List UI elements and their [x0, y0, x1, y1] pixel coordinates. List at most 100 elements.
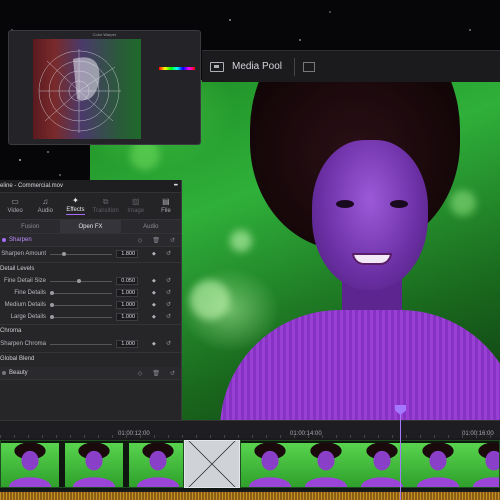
warper-grid[interactable] [33, 39, 141, 139]
collapse-icon[interactable]: ◇ [138, 370, 143, 377]
keyframe-icon[interactable]: ◆ [152, 341, 156, 347]
subtab-audio[interactable]: Audio [121, 220, 181, 233]
media-pool-icon [210, 61, 224, 72]
keyframe-icon[interactable]: ◆ [152, 290, 156, 296]
hue-bar[interactable] [159, 67, 195, 70]
audio-icon: ♫ [42, 197, 49, 206]
inspector-tabs: ▭ Video ♫ Audio ✦ Effects ⧉ Transition ▨… [0, 193, 181, 220]
top-toolbar: Media Pool [202, 50, 500, 82]
reset-icon[interactable]: ↺ [166, 313, 171, 320]
inspector-header: eline - Commercial.mov ••• [0, 180, 181, 193]
sharpen-enable-toggle[interactable] [2, 238, 6, 242]
reset-icon[interactable]: ↺ [166, 289, 171, 296]
detail-row: Medium Details 1.000 ◆ ↺ [0, 299, 181, 311]
keyframe-icon[interactable]: ◆ [152, 251, 156, 257]
reset-icon[interactable]: ↺ [166, 340, 171, 347]
reset-icon[interactable]: ↺ [166, 277, 171, 284]
chroma-label: Chroma [0, 328, 22, 334]
keyframe-icon[interactable]: ◆ [152, 302, 156, 308]
detail-row: Large Details 1.000 ◆ ↺ [0, 311, 181, 323]
video-clip[interactable] [240, 440, 500, 488]
subject-sweater [220, 310, 500, 420]
delete-icon[interactable]: 🗑 [152, 370, 160, 377]
beauty-enable-toggle[interactable] [2, 371, 6, 375]
timeline: 01:00:12:00 01:00:14:00 01:00:16:00 [0, 420, 500, 500]
detail-knob[interactable] [77, 279, 81, 283]
detail-slider[interactable] [50, 281, 112, 282]
tab-video[interactable]: ▭ Video [0, 193, 30, 219]
timecode-label: 01:00:12:00 [118, 431, 150, 437]
media-pool-button[interactable]: Media Pool [202, 51, 282, 82]
delete-icon[interactable]: 🗑 [152, 237, 160, 244]
detail-value[interactable]: 0.050 [116, 277, 138, 285]
sharpen-section-header[interactable]: Sharpen ◇ 🗑 ↺ [0, 234, 181, 247]
beauty-section-label: Beauty [9, 370, 28, 376]
detail-label: Fine Details [14, 290, 46, 296]
tab-transition[interactable]: ⧉ Transition [91, 193, 121, 219]
detail-row: Fine Details 1.000 ◆ ↺ [0, 287, 181, 299]
subject-face [312, 140, 428, 290]
video-icon: ▭ [11, 197, 19, 206]
detail-slider[interactable] [50, 293, 112, 294]
media-pool-label: Media Pool [232, 61, 283, 72]
sharpen-chroma-row: Sharpen Chroma 1.000 ◆ ↺ [0, 337, 181, 351]
detail-row: Fine Detail Size 0.050 ◆ ↺ [0, 275, 181, 287]
beauty-section-header[interactable]: Beauty ◇ 🗑 ↺ [0, 367, 181, 380]
global-blend-label: Global Blend [0, 356, 35, 362]
sharpen-amount-value[interactable]: 1.800 [116, 250, 138, 258]
file-icon: ▤ [162, 197, 170, 206]
subtab-fusion[interactable]: Fusion [0, 220, 60, 233]
image-icon: ▨ [131, 197, 140, 206]
sharpen-chroma-slider[interactable] [50, 344, 112, 345]
color-warper-panel[interactable]: Color Warper [8, 30, 201, 145]
sharpen-amount-knob[interactable] [62, 252, 66, 256]
tab-file[interactable]: ▤ File [151, 193, 181, 219]
detail-knob[interactable] [50, 291, 54, 295]
subject-smile [352, 253, 392, 265]
detail-slider[interactable] [50, 317, 112, 318]
reset-icon[interactable]: ↺ [170, 237, 175, 244]
color-warper-mesh[interactable] [33, 39, 141, 139]
toolbar-divider [294, 57, 296, 76]
tab-effects[interactable]: ✦ Effects [60, 193, 90, 219]
effects-library-icon[interactable] [303, 61, 316, 72]
sharpen-amount-label: Sharpen Amount [1, 251, 46, 257]
keyframe-icon[interactable]: ◆ [152, 314, 156, 320]
sharpen-section-label: Sharpen [9, 237, 32, 243]
color-warper-title: Color Warper [92, 32, 117, 37]
reset-icon[interactable]: ↺ [170, 370, 175, 377]
detail-label: Large Details [10, 314, 46, 320]
video-clip[interactable] [0, 440, 184, 488]
playhead[interactable] [400, 405, 401, 500]
tab-image[interactable]: ▨ Image [121, 193, 151, 219]
detail-knob[interactable] [50, 315, 54, 319]
keyframe-icon[interactable]: ◆ [152, 278, 156, 284]
video-track [0, 440, 500, 490]
reset-icon[interactable]: ↺ [166, 250, 171, 257]
more-options-icon[interactable]: ••• [174, 183, 178, 189]
sharpen-chroma-label: Sharpen Chroma [0, 341, 46, 347]
audio-track[interactable] [0, 492, 500, 500]
detail-knob[interactable] [50, 303, 54, 307]
transition-icon: ⧉ [102, 197, 109, 206]
transition-clip[interactable] [184, 440, 240, 488]
tab-audio[interactable]: ♫ Audio [30, 193, 60, 219]
effects-subtabs: Fusion Open FX Audio [0, 220, 181, 234]
sharpen-amount-slider[interactable] [50, 254, 112, 255]
inspector-title: eline - Commercial.mov [0, 183, 64, 189]
effects-icon: ✦ [72, 196, 79, 205]
reset-icon[interactable]: ↺ [166, 301, 171, 308]
collapse-icon[interactable]: ◇ [138, 237, 143, 244]
sharpen-chroma-value[interactable]: 1.000 [116, 340, 138, 348]
detail-value[interactable]: 1.000 [116, 289, 138, 297]
detail-slider[interactable] [50, 305, 112, 306]
subtab-open-fx[interactable]: Open FX [60, 220, 121, 233]
timeline-ruler[interactable]: 01:00:12:00 01:00:14:00 01:00:16:00 [0, 420, 500, 438]
sharpen-amount-row: Sharpen Amount 1.800 ◆ ↺ [0, 247, 181, 261]
detail-levels-label: Detail Levels [0, 266, 35, 272]
color-warper-controls[interactable] [159, 39, 199, 139]
detail-label: Fine Detail Size [3, 278, 46, 284]
detail-value[interactable]: 1.000 [116, 301, 138, 309]
detail-value[interactable]: 1.000 [116, 313, 138, 321]
timecode-label: 01:00:14:00 [290, 431, 322, 437]
